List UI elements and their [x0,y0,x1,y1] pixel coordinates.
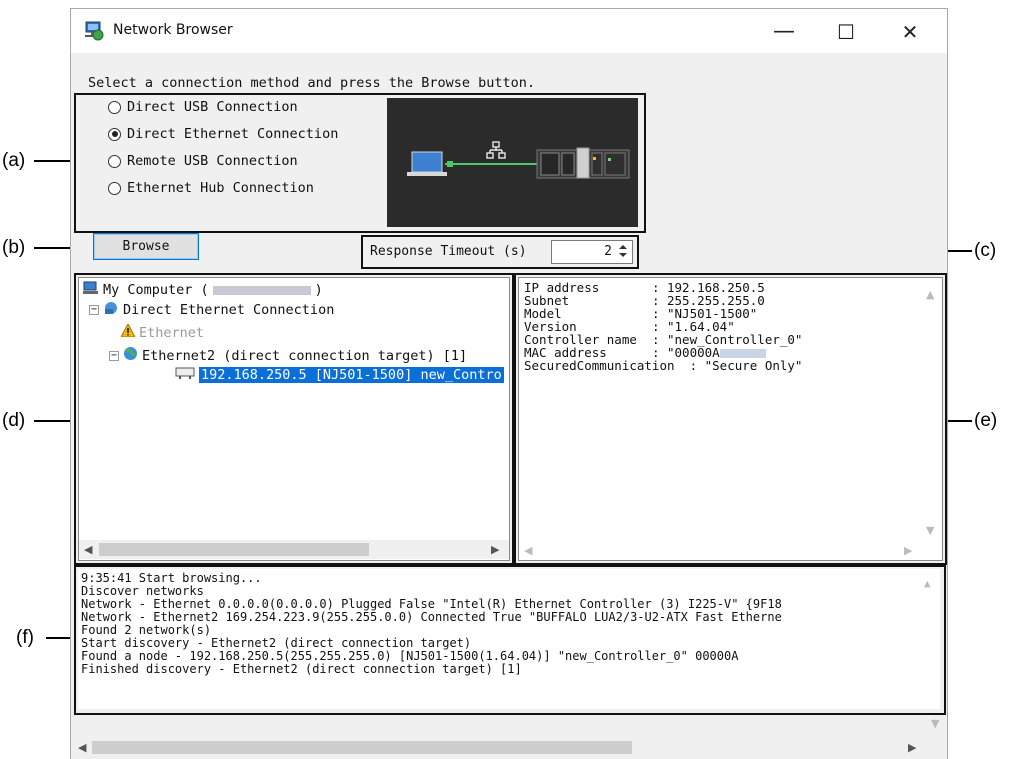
tree-item-direct-ethernet[interactable]: − Direct Ethernet Connection [89,301,334,319]
scroll-up-icon[interactable]: ▲ [924,577,931,590]
title-bar: Network Browser — ☐ ✕ [71,9,947,53]
tree-item-controller[interactable]: 192.168.250.5 [NJ501-1500] new_Contro [175,366,504,384]
tree-label: Ethernet2 (direct connection target) [1] [142,347,468,364]
tree-item-my-computer[interactable]: My Computer ( ) [83,281,323,299]
radio-remote-usb[interactable]: Remote USB Connection [108,153,298,169]
radio-direct-usb[interactable]: Direct USB Connection [108,99,298,115]
laptop-icon [407,151,447,176]
scrollbar-thumb[interactable] [92,741,632,754]
info-row: SecuredCommunication : "Secure Only" [524,358,803,373]
window-title: Network Browser [113,22,233,38]
maximize-button[interactable]: ☐ [823,17,869,47]
spin-arrows-icon[interactable] [616,242,630,260]
scrollbar-thumb[interactable] [99,543,369,556]
radio-button[interactable] [108,100,121,114]
radio-button[interactable] [108,181,121,195]
callout-d: (d) [2,410,26,431]
radio-label: Remote USB Connection [127,153,298,169]
minimize-button[interactable]: — [761,17,807,47]
network-browser-icon [83,20,105,42]
close-button[interactable]: ✕ [887,17,933,47]
scroll-down-icon[interactable]: ▼ [931,717,939,730]
tree-item-ethernet2[interactable]: − Ethernet2 (direct connection target) [… [109,346,467,365]
radio-ethernet-hub[interactable]: Ethernet Hub Connection [108,180,314,196]
warning-icon [120,322,136,341]
computer-icon [83,281,99,299]
radio-button[interactable] [108,154,121,168]
tree-root-suffix: ) [314,282,323,298]
browse-button[interactable]: Browse [93,233,199,260]
callout-f: (f) [16,627,34,648]
tree-label: Direct Ethernet Connection [123,302,335,318]
callout-d-line [34,420,72,422]
tree-horizontal-scrollbar[interactable]: ◀ ▶ [79,540,509,559]
network-icon [486,141,506,159]
response-timeout-stepper[interactable]: 2 [551,240,633,264]
tree-label-selected: 192.168.250.5 [NJ501-1500] new_Contro [199,367,504,383]
scroll-right-icon[interactable]: ▶ [904,544,912,557]
globe-icon [123,346,138,365]
callout-a-line [34,160,72,162]
tree-root-label: My Computer ( [103,282,209,298]
log-horizontal-scrollbar[interactable]: ◀ ▶ [74,737,942,757]
response-timeout-value: 2 [604,244,612,259]
connection-diagram [387,98,638,227]
redacted-computer-name [212,285,311,295]
network-icon [103,301,119,319]
log-output: 9:35:41 Start browsing... Discover netwo… [78,569,940,709]
callout-e: (e) [974,410,998,431]
scroll-right-icon[interactable]: ▶ [491,543,499,556]
scroll-left-icon[interactable]: ◀ [78,741,86,754]
network-tree[interactable]: My Computer ( ) − Direct Ethernet Connec… [78,277,510,561]
callout-e-line [944,420,972,422]
log-line: Finished discovery - Ethernet2 (direct c… [81,662,522,676]
scroll-right-icon[interactable]: ▶ [908,741,916,754]
radio-direct-ethernet[interactable]: Direct Ethernet Connection [108,126,338,142]
network-tree-group: My Computer ( ) − Direct Ethernet Connec… [74,273,514,565]
tree-item-ethernet[interactable]: Ethernet [120,322,205,341]
network-browser-window: Network Browser — ☐ ✕ Select a connectio… [70,8,948,759]
scroll-down-icon[interactable]: ▼ [926,524,934,537]
browse-button-label: Browse [122,239,170,254]
instruction-text: Select a connection method and press the… [88,75,536,91]
callout-c: (c) [974,240,997,261]
response-timeout-group: Response Timeout (s) 2 [361,235,639,269]
callout-a: (a) [2,150,26,171]
collapse-icon[interactable]: − [89,305,99,315]
redacted-mac [719,349,766,358]
tree-label: Ethernet [139,324,205,341]
radio-label: Direct USB Connection [127,99,298,115]
radio-label: Ethernet Hub Connection [127,180,314,196]
controller-icon [175,366,195,384]
callout-b: (b) [2,237,26,258]
scroll-up-icon[interactable]: ▲ [926,288,934,301]
plc-controller-icon [536,147,630,179]
response-timeout-label: Response Timeout (s) [370,244,527,259]
log-group: 9:35:41 Start browsing... Discover netwo… [74,565,946,715]
radio-button-selected[interactable] [108,127,121,141]
scroll-left-icon[interactable]: ◀ [524,544,532,557]
node-info-group: IP address : 192.168.250.5 Subnet : 255.… [514,273,947,565]
connection-method-group: Direct USB Connection Direct Ethernet Co… [74,93,646,233]
radio-label: Direct Ethernet Connection [127,126,339,142]
node-info-panel: IP address : 192.168.250.5 Subnet : 255.… [518,277,943,561]
callout-f-line [46,637,72,639]
collapse-icon[interactable]: − [109,350,119,361]
scroll-left-icon[interactable]: ◀ [84,543,92,556]
